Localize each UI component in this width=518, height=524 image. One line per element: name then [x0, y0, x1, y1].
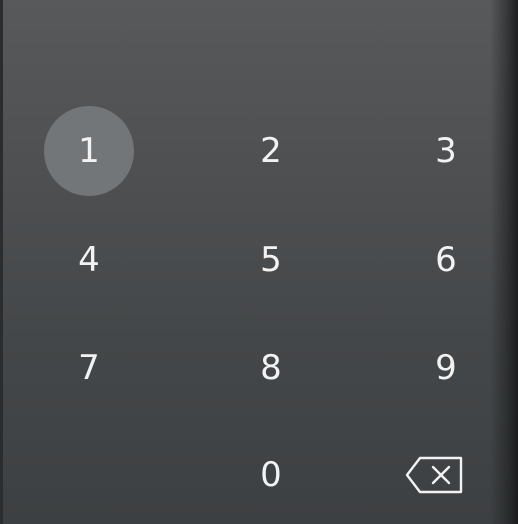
- backspace-icon: [404, 455, 464, 495]
- right-edge-shadow: [490, 0, 518, 524]
- key-7-label: 7: [78, 348, 100, 388]
- key-2-label: 2: [260, 131, 282, 171]
- key-3-label: 3: [435, 131, 457, 171]
- key-4[interactable]: 4: [44, 215, 134, 305]
- backspace-button[interactable]: [389, 430, 479, 520]
- key-6[interactable]: 6: [401, 215, 491, 305]
- key-8-label: 8: [260, 348, 282, 388]
- key-1-label: 1: [78, 131, 100, 171]
- key-5[interactable]: 5: [226, 215, 316, 305]
- key-5-label: 5: [260, 240, 282, 280]
- key-0[interactable]: 0: [226, 430, 316, 520]
- key-0-label: 0: [260, 455, 282, 495]
- key-8[interactable]: 8: [226, 323, 316, 413]
- key-1[interactable]: 1: [44, 106, 134, 196]
- left-border: [0, 0, 3, 524]
- pin-entry-screen: 1 2 3 4 5 6 7 8 9 0: [0, 0, 518, 524]
- key-9[interactable]: 9: [401, 323, 491, 413]
- key-2[interactable]: 2: [226, 106, 316, 196]
- key-3[interactable]: 3: [401, 106, 491, 196]
- key-7[interactable]: 7: [44, 323, 134, 413]
- key-6-label: 6: [435, 240, 457, 280]
- key-4-label: 4: [78, 240, 100, 280]
- key-9-label: 9: [435, 348, 457, 388]
